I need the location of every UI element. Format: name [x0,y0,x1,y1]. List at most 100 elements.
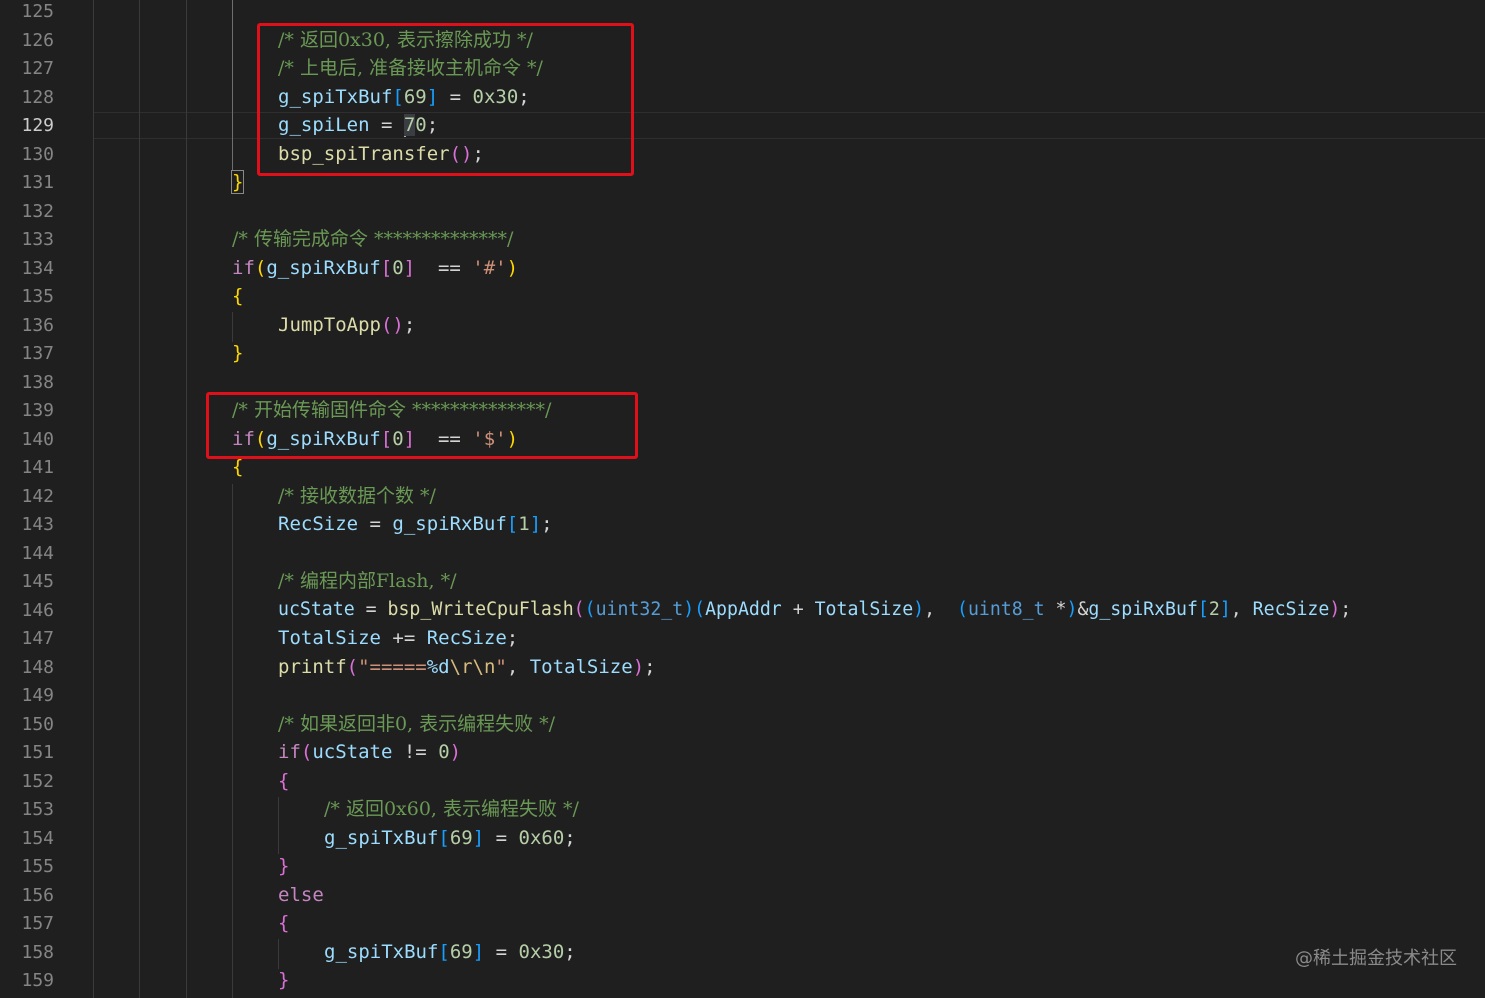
bracket: [ [1197,599,1209,620]
line-number[interactable]: 126 [0,27,54,56]
paren: ( [694,599,706,620]
code-line-147[interactable]: TotalSize += RecSize; [278,624,518,653]
comment: /* 返回0x60, 表示编程失败 */ [324,798,579,820]
line-number[interactable]: 132 [0,198,54,227]
indent-guide [278,797,279,854]
code-editor[interactable]: 125 126 127 128 129 130 131 132 133 134 135 136 137 1… [0,0,1485,998]
line-number[interactable]: 138 [0,369,54,398]
line-number[interactable]: 144 [0,540,54,569]
line-number[interactable]: 135 [0,283,54,312]
identifier: AppAddr [705,599,782,620]
line-number[interactable]: 129 [0,112,54,141]
opening-brace: { [278,912,290,934]
semicolon: ; [1340,599,1352,620]
line-number[interactable]: 152 [0,768,54,797]
code-line-135[interactable]: { [232,282,243,311]
line-number[interactable]: 150 [0,711,54,740]
indent-guide [232,312,233,342]
semicolon: ; [564,827,576,849]
comment: /* 接收数据个数 */ [278,485,436,507]
closing-brace: } [232,342,244,364]
line-number[interactable]: 154 [0,825,54,854]
code-line-152[interactable]: { [278,767,289,796]
line-number-gutter: 125 126 127 128 129 130 131 132 133 134 135 136 137 1… [0,0,92,998]
line-number[interactable]: 137 [0,340,54,369]
bracket: ] [472,941,485,963]
char-literal: '#' [472,257,507,279]
line-number[interactable]: 148 [0,654,54,683]
semicolon: ; [564,941,576,963]
type-name: uint8_t [967,599,1045,620]
number: 69 [449,827,473,849]
code-line-148[interactable]: printf("=====%d\r\n", TotalSize); [278,653,656,682]
code-line-131[interactable]: } [230,168,245,197]
line-number[interactable]: 130 [0,141,54,170]
operator: = [484,827,519,849]
line-number[interactable]: 156 [0,882,54,911]
paren: ( [573,599,585,620]
line-number[interactable]: 136 [0,312,54,341]
code-line-136[interactable]: JumpToApp(); [278,311,415,340]
line-number[interactable]: 127 [0,55,54,84]
paren: ) [683,599,695,620]
number: 0 [438,741,450,763]
line-number[interactable]: 139 [0,397,54,426]
code-line-158[interactable]: g_spiTxBuf[69] = 0x30; [324,938,576,967]
code-line-151[interactable]: if(ucState != 0) [278,738,461,767]
code-line-153[interactable]: /* 返回0x60, 表示编程失败 */ [324,795,579,824]
identifier: g_spiRxBuf [266,257,381,279]
line-number[interactable]: 147 [0,625,54,654]
operator: == [415,257,473,279]
identifier: g_spiTxBuf [324,827,439,849]
code-line-146[interactable]: ucState = bsp_WriteCpuFlash((uint32_t)(A… [278,596,1351,625]
indent-guide [232,484,233,998]
code-line-137[interactable]: } [232,339,243,368]
identifier: TotalSize [814,599,914,620]
operator: = [354,599,388,620]
line-number[interactable]: 151 [0,739,54,768]
number: 1 [518,513,530,535]
line-number[interactable]: 133 [0,226,54,255]
code-line-143[interactable]: RecSize = g_spiRxBuf[1]; [278,510,553,539]
paren: ) [1329,599,1341,620]
bracket: ] [472,827,485,849]
line-number[interactable]: 131 [0,169,54,198]
bracket: [ [438,941,450,963]
indent-guide [278,939,279,969]
code-line-157[interactable]: { [278,909,289,938]
code-line-133[interactable]: /* 传输完成命令 **************/ [232,225,513,254]
code-line-154[interactable]: g_spiTxBuf[69] = 0x60; [324,824,576,853]
code-line-142[interactable]: /* 接收数据个数 */ [278,482,436,511]
operator: != [392,741,439,763]
code-line-134[interactable]: if(g_spiRxBuf[0] == '#') [232,254,518,283]
line-number[interactable]: 128 [0,84,54,113]
line-number[interactable]: 157 [0,910,54,939]
code-line-156[interactable]: else [278,881,324,910]
string-literal: " [495,656,507,678]
line-number[interactable]: 159 [0,967,54,996]
line-number[interactable]: 155 [0,853,54,882]
code-line-159[interactable]: } [278,966,289,995]
line-number[interactable]: 125 [0,0,54,27]
code-line-145[interactable]: /* 编程内部Flash, */ [278,567,457,596]
code-line-150[interactable]: /* 如果返回非0, 表示编程失败 */ [278,710,555,739]
line-number[interactable]: 140 [0,426,54,455]
code-line-155[interactable]: } [278,852,289,881]
line-number[interactable]: 145 [0,568,54,597]
identifier: g_spiRxBuf [392,513,507,535]
semicolon: ; [644,656,656,678]
function-call: JumpToApp [278,314,381,336]
number: 2 [1208,599,1220,620]
number: 0x60 [518,827,565,849]
type-name: uint32_t [595,599,684,620]
line-number[interactable]: 146 [0,597,54,626]
line-number[interactable]: 142 [0,483,54,512]
bracket: [ [380,257,393,279]
line-number[interactable]: 143 [0,511,54,540]
line-number[interactable]: 153 [0,796,54,825]
line-number[interactable]: 158 [0,939,54,968]
line-number[interactable]: 141 [0,454,54,483]
line-number[interactable]: 149 [0,682,54,711]
opening-brace: { [278,770,290,792]
line-number[interactable]: 134 [0,255,54,284]
